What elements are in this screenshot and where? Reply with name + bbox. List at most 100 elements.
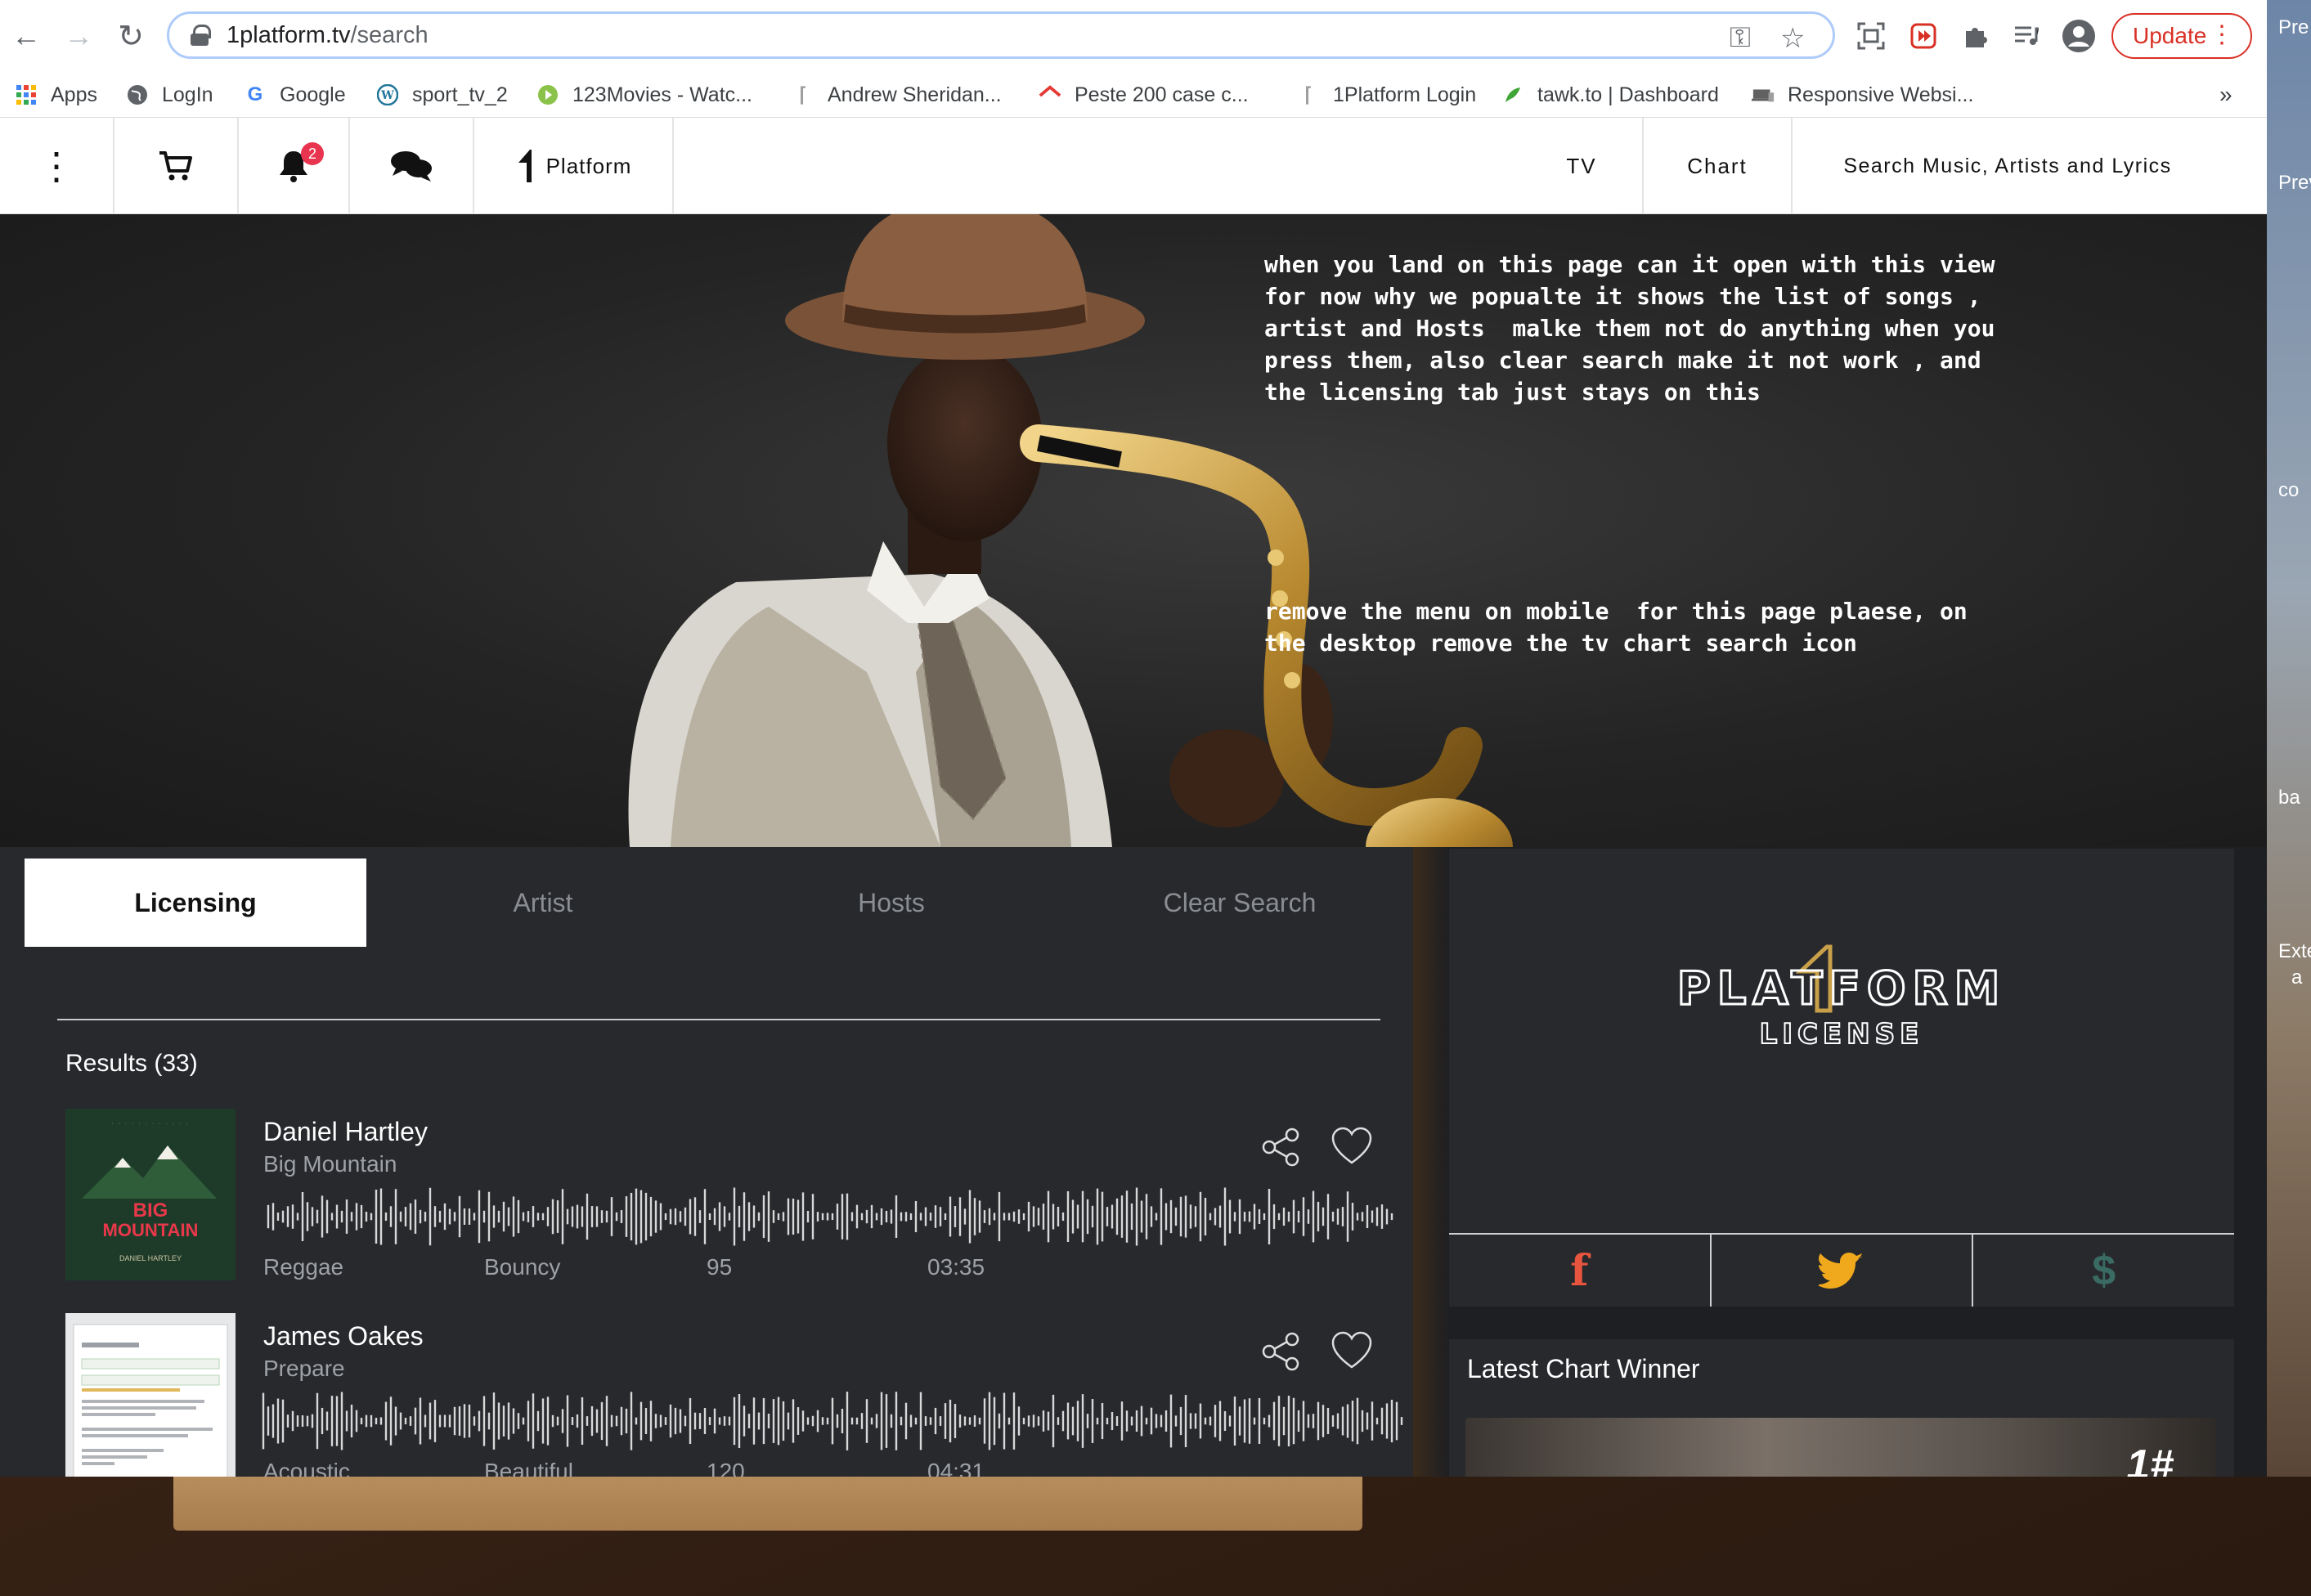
album-cover[interactable] xyxy=(65,1313,236,1477)
back-icon[interactable]: ← xyxy=(5,15,47,57)
bookmarks-bar: Apps LogIn G Google Wsport_tv_2 123Movies… xyxy=(0,72,2267,118)
tab-clear-search[interactable]: Clear Search xyxy=(1066,859,1413,947)
track-title[interactable]: James Oakes xyxy=(263,1321,424,1352)
bookmark-123movies[interactable]: 123Movies - Watc... xyxy=(536,72,752,118)
strip-text: Exte xyxy=(2278,940,2311,962)
bookmark-peste-200[interactable]: Peste 200 case c... xyxy=(1039,72,1249,118)
annotation-note-2: remove the menu on mobile for this page … xyxy=(1264,598,1968,657)
nav-chart[interactable]: Chart xyxy=(1644,118,1793,214)
svg-text:BIG: BIG xyxy=(133,1199,168,1222)
bookmark-1platform-login[interactable]: ⌈ 1Platform Login xyxy=(1297,72,1476,118)
sidebar-gutter xyxy=(1413,847,1449,1477)
track-artist[interactable]: Big Mountain xyxy=(263,1151,397,1177)
track-genre: Acoustic xyxy=(263,1459,350,1477)
svg-text:MOUNTAIN: MOUNTAIN xyxy=(103,1220,199,1240)
track-row[interactable]: · · · · · · · · · · · · BIG MOUNTAIN DAN… xyxy=(65,1109,1393,1280)
cart-icon[interactable] xyxy=(114,118,239,214)
brand-link[interactable]: Platform xyxy=(474,118,674,214)
track-duration: 04:31 xyxy=(927,1459,985,1477)
extension-red-icon[interactable] xyxy=(1904,16,1943,56)
chart-rank-badge: 1# xyxy=(2126,1441,2174,1477)
results-panel: Licensing Artist Hosts Clear Search Resu… xyxy=(0,847,1413,1477)
reload-icon[interactable]: ↻ xyxy=(110,15,152,57)
chat-bubbles-icon[interactable] xyxy=(350,118,474,214)
bookmarks-overflow[interactable]: » xyxy=(2219,72,2232,118)
svg-text:DANIEL HARTLEY: DANIEL HARTLEY xyxy=(119,1254,182,1262)
svg-text:LICENSE: LICENSE xyxy=(1760,1018,1924,1051)
upload-screenshot-artwork xyxy=(65,1313,236,1477)
star-icon[interactable]: ☆ xyxy=(1780,22,1805,55)
track-mood: Bouncy xyxy=(484,1254,561,1280)
svg-text:· · · · · · · · · · · ·: · · · · · · · · · · · · xyxy=(111,1121,189,1127)
waveform[interactable] xyxy=(262,1392,1407,1450)
google-icon: G xyxy=(247,83,263,105)
share-icon[interactable] xyxy=(1259,1125,1304,1169)
track-artist[interactable]: Prepare xyxy=(263,1356,345,1382)
tab-hosts[interactable]: Hosts xyxy=(718,859,1065,947)
wordpress-icon: W xyxy=(376,83,399,106)
annotation-note-1: when you land on this page can it open w… xyxy=(1264,251,1995,406)
chart-winner-image[interactable]: 1# xyxy=(1465,1418,2216,1477)
track-title[interactable]: Daniel Hartley xyxy=(263,1117,428,1147)
strip-text: a xyxy=(2291,966,2303,989)
apps-grid-icon xyxy=(15,83,38,106)
tab-artist[interactable]: Artist xyxy=(370,859,716,947)
nav-tv[interactable]: TV xyxy=(1521,118,1644,214)
nav-search[interactable]: Search Music, Artists and Lyrics xyxy=(1793,118,2223,214)
waveform[interactable] xyxy=(267,1187,1395,1246)
profile-avatar-icon[interactable] xyxy=(2059,16,2098,56)
url-text: 1platform.tv/search xyxy=(227,21,429,48)
share-icon[interactable] xyxy=(1259,1329,1304,1374)
platform-logo-icon: ⌈ xyxy=(799,83,807,106)
address-bar[interactable]: 1platform.tv/search ⚿ ☆ xyxy=(167,11,1835,59)
mountain-artwork: · · · · · · · · · · · · BIG MOUNTAIN DAN… xyxy=(65,1109,236,1280)
heart-icon[interactable] xyxy=(1330,1329,1374,1374)
track-mood: Beautiful xyxy=(484,1459,573,1477)
site-header: ⋮ 2 Platform TV Chart Search Music, Arti… xyxy=(0,118,2267,214)
platform-logo-icon: ⌈ xyxy=(1304,83,1313,106)
browser-toolbar: ← → ↻ 1platform.tv/search ⚿ ☆ Update ⋮ xyxy=(0,0,2267,72)
svg-text:W: W xyxy=(380,89,394,102)
hero-banner: when you land on this page can it open w… xyxy=(0,214,2267,847)
twitter-icon[interactable] xyxy=(1709,1235,1972,1307)
desktop-window-edge xyxy=(173,1477,1362,1531)
globe-icon xyxy=(126,83,149,106)
menu-kebab-icon[interactable]: ⋮ xyxy=(0,118,114,214)
update-button[interactable]: Update ⋮ xyxy=(2111,13,2252,59)
track-bpm: 120 xyxy=(707,1459,745,1477)
menu-dots-icon[interactable]: ⋮ xyxy=(2210,23,2234,47)
forward-icon[interactable]: → xyxy=(57,15,100,57)
notifications-bell-icon[interactable] xyxy=(239,118,350,214)
strip-text: ba xyxy=(2278,787,2300,809)
play-icon xyxy=(536,83,559,106)
dollar-icon[interactable]: $ xyxy=(1972,1235,2234,1307)
album-cover[interactable]: · · · · · · · · · · · · BIG MOUNTAIN DAN… xyxy=(65,1109,236,1280)
key-icon[interactable]: ⚿ xyxy=(1730,22,1751,54)
track-bpm: 95 xyxy=(707,1254,733,1280)
latest-chart-winner-card: Latest Chart Winner 1# xyxy=(1449,1339,2234,1477)
bookmark-apps[interactable]: Apps xyxy=(15,72,97,118)
bookmark-google[interactable]: G Google xyxy=(244,72,346,118)
track-row[interactable]: James Oakes Prepare Acoustic Beautiful 1… xyxy=(65,1313,1403,1477)
extensions-puzzle-icon[interactable] xyxy=(1956,16,1995,56)
bookmark-responsive-website[interactable]: Responsive Websi... xyxy=(1752,72,1973,118)
heart-icon[interactable] xyxy=(1330,1125,1374,1169)
bookmark-login[interactable]: LogIn xyxy=(126,72,213,118)
tab-licensing[interactable]: Licensing xyxy=(25,859,366,947)
lock-icon[interactable] xyxy=(191,25,211,46)
platform-license-logo: PLATFORM LICENSE xyxy=(1676,944,2001,1051)
devices-icon xyxy=(1752,83,1775,106)
house-icon xyxy=(1039,83,1061,106)
chart-winner-title: Latest Chart Winner xyxy=(1467,1354,1700,1383)
track-genre: Reggae xyxy=(263,1254,344,1280)
tawkto-icon xyxy=(1501,83,1524,106)
bookmark-andrew-sheridan[interactable]: ⌈ Andrew Sheridan... xyxy=(792,72,1001,118)
screenshot-icon[interactable] xyxy=(1851,16,1891,56)
bookmark-tawkto[interactable]: tawk.to | Dashboard xyxy=(1501,72,1719,118)
bookmark-sport-tv[interactable]: Wsport_tv_2 xyxy=(376,72,508,118)
media-queue-icon[interactable] xyxy=(2007,16,2046,56)
notification-count-badge: 2 xyxy=(301,142,324,165)
browser-window: ← → ↻ 1platform.tv/search ⚿ ☆ Update ⋮ A… xyxy=(0,0,2267,1477)
track-duration: 03:35 xyxy=(927,1254,985,1280)
facebook-icon[interactable]: f xyxy=(1449,1235,1710,1307)
